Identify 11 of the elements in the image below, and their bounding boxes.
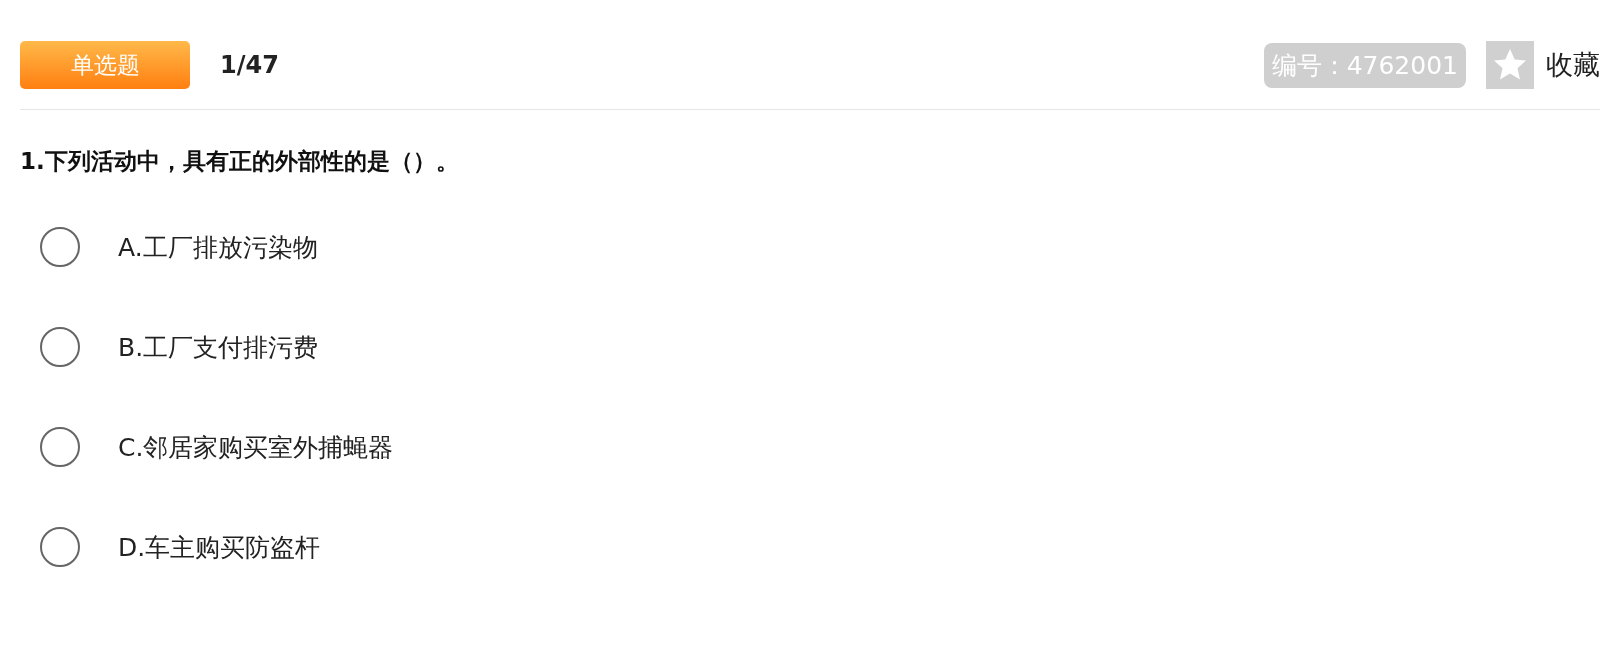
option-label[interactable]: B.工厂支付排污费 <box>118 330 319 364</box>
favorite-button[interactable]: 收藏 <box>1486 41 1600 89</box>
option-label[interactable]: A.工厂排放污染物 <box>118 230 318 264</box>
radio-button[interactable] <box>40 527 80 567</box>
question-type-badge: 单选题 <box>20 41 190 89</box>
radio-button[interactable] <box>40 327 80 367</box>
radio-button[interactable] <box>40 227 80 267</box>
question-text: 1.下列活动中，具有正的外部性的是（）。 <box>20 147 460 176</box>
option-label[interactable]: D.车主购买防盗杆 <box>118 530 321 564</box>
radio-button[interactable] <box>40 427 80 467</box>
option-label[interactable]: C.邻居家购买室外捕蝇器 <box>118 430 394 464</box>
